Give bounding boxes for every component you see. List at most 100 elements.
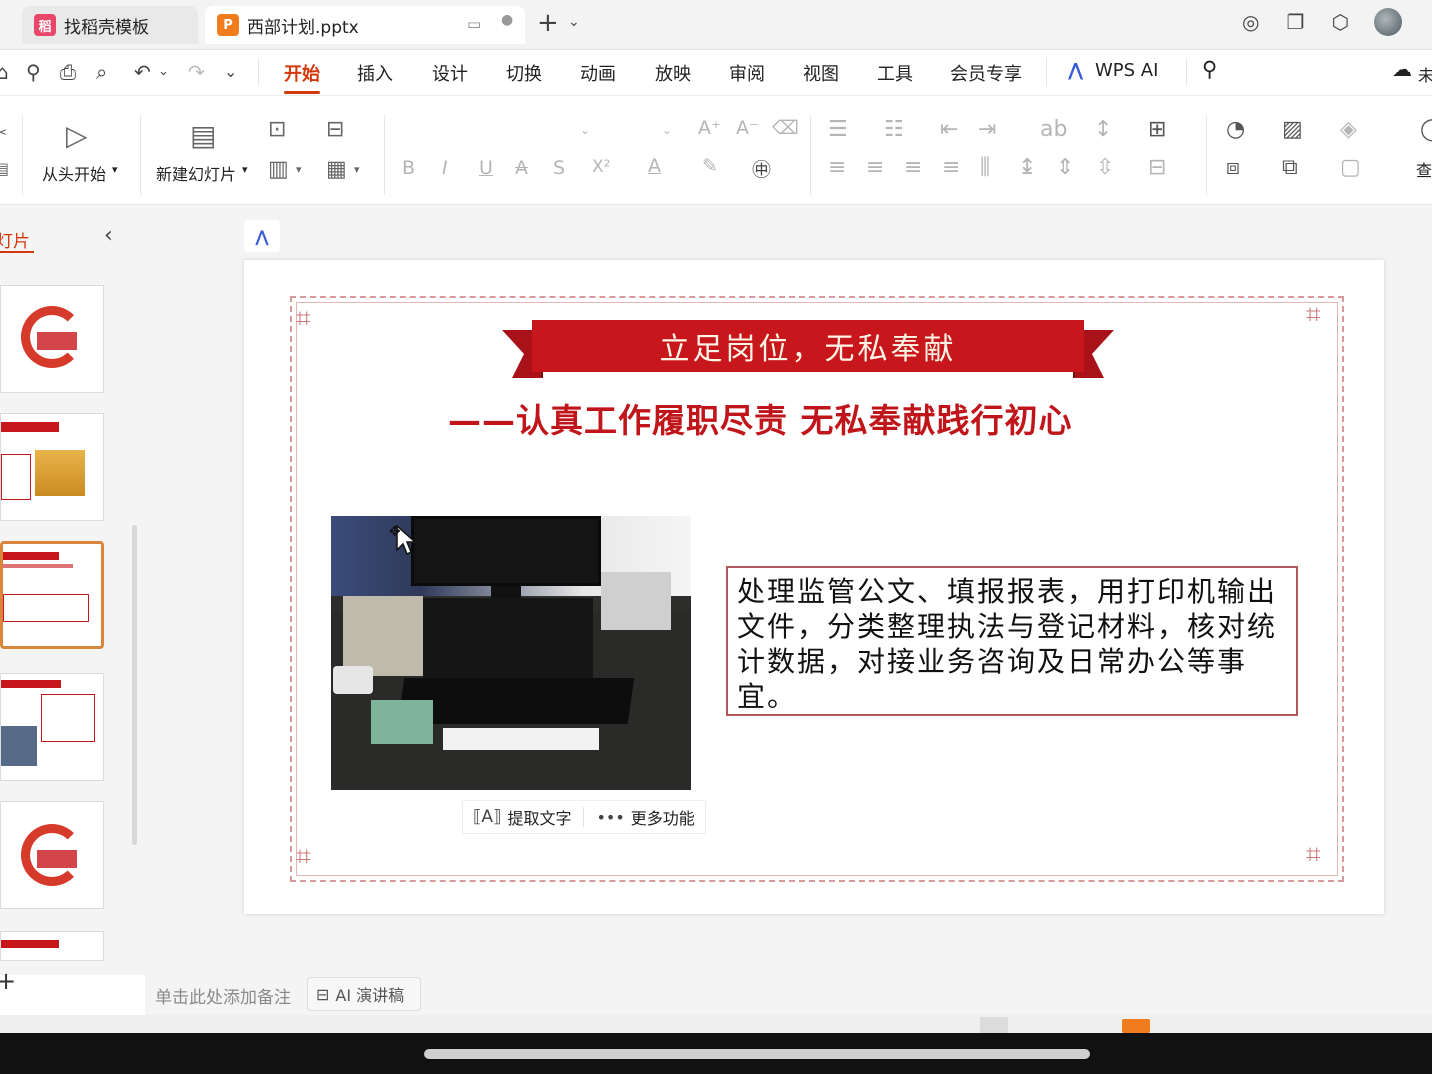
body-text-box[interactable]: 处理监管公文、填报报表，用打印机输出文件，分类整理执法与登记材料，核对统计数据，… (726, 566, 1298, 716)
align-right-icon[interactable]: ≡ (904, 155, 922, 180)
tab-docer-templates[interactable]: 稻 找稻壳模板 (22, 6, 198, 44)
cloud-upload-icon[interactable]: ☁ (1392, 57, 1412, 81)
sort-text-icon[interactable]: ↕ (1094, 117, 1112, 142)
banner-title-box[interactable]: 立足岗位，无私奉献 (532, 324, 1084, 370)
slide-canvas[interactable]: ⌗ ⌗ ⌗ ⌗ 立足岗位，无私奉献 ——认真工作履职尽责 无私奉献践行初心 ✥ … (244, 260, 1384, 914)
slide-layout-icon[interactable]: ▦ (326, 157, 347, 182)
redo-icon[interactable]: ↷ (188, 60, 205, 84)
text-box-icon[interactable]: ⧈ (1226, 155, 1240, 180)
office-desk-photo[interactable] (331, 516, 691, 790)
section-icon[interactable]: ▥ (268, 157, 289, 182)
bullet-list-icon[interactable]: ☰ (828, 117, 848, 142)
align-center-icon[interactable]: ≡ (866, 155, 884, 180)
find-label[interactable]: 查 (1416, 157, 1432, 181)
numbered-list-icon[interactable]: ☷ (884, 117, 904, 142)
undo-dropdown-icon[interactable]: ⌄ (158, 64, 169, 79)
font-name-dropdown-icon[interactable]: ⌄ (580, 123, 590, 137)
clear-format-icon[interactable]: ⌫ (772, 117, 799, 139)
picture-icon[interactable]: ▨ (1282, 117, 1303, 142)
tab-list-chevron-icon[interactable]: ⌄ (568, 14, 580, 30)
slide-thumbnail-6[interactable] (0, 931, 104, 961)
justify-icon[interactable]: ≡ (942, 155, 960, 180)
strikethrough-icon[interactable]: A (515, 157, 528, 179)
menu-insert[interactable]: 插入 (357, 60, 393, 86)
menu-animation[interactable]: 动画 (580, 60, 616, 86)
start-from-beginning-button[interactable]: ▷ 从头开始 ▾ (40, 119, 130, 189)
increase-font-icon[interactable]: A⁺ (698, 117, 721, 139)
fill-icon[interactable]: ◈ (1340, 117, 1357, 142)
slide-thumbnail-1[interactable] (0, 285, 104, 393)
play-slideshow-icon[interactable] (1122, 1019, 1150, 1033)
slides-panel-title[interactable]: 灯片 (0, 227, 30, 252)
add-slide-plus-icon[interactable]: + (0, 967, 16, 995)
layout-icon[interactable]: ⊡ (268, 117, 286, 142)
dropdown-arrow-icon[interactable]: ▾ (354, 163, 360, 176)
menu-transition[interactable]: 切换 (506, 60, 542, 86)
font-color-icon[interactable]: A (648, 155, 661, 177)
shapes-icon[interactable]: ◔ (1226, 117, 1245, 142)
tab-current-file[interactable]: P 西部计划.pptx ▭ ● (205, 6, 525, 44)
normal-view-icon[interactable] (980, 1017, 1008, 1033)
extract-text-button[interactable]: 提取文字 (507, 805, 571, 829)
skin-icon[interactable]: ◎ (1242, 10, 1259, 34)
text-shadow-icon[interactable]: S (553, 157, 565, 179)
format-painter-icon[interactable]: ⚲ (26, 60, 41, 84)
panel-scrollbar[interactable] (132, 525, 137, 845)
decrease-indent-icon[interactable]: ⇤ (940, 117, 958, 142)
file-menu-icon[interactable]: ⌂ (0, 60, 9, 84)
home-indicator[interactable] (424, 1049, 1090, 1059)
menu-tools[interactable]: 工具 (877, 60, 913, 86)
distribute-icon[interactable]: ⫼ (980, 155, 990, 180)
paragraph-spacing-icon[interactable]: ⇕ (1056, 155, 1074, 180)
window-restore-icon[interactable]: ❐ (1287, 10, 1305, 34)
menu-slideshow[interactable]: 放映 (655, 60, 691, 86)
new-slide-button[interactable]: ▤ 新建幻灯片 ▾ (154, 119, 254, 189)
underline-icon[interactable]: U (479, 157, 493, 179)
slide-thumbnail-3[interactable] (0, 541, 104, 649)
convert-to-smartart-icon[interactable]: ⊞ (1148, 117, 1166, 142)
menu-design[interactable]: 设计 (432, 60, 468, 86)
menu-wps-ai[interactable]: WPS AI (1095, 60, 1158, 81)
paste-icon[interactable]: ▤ (0, 159, 9, 178)
dropdown-arrow-icon[interactable]: ▾ (296, 163, 302, 176)
font-size-dropdown-icon[interactable]: ⌄ (662, 123, 672, 137)
collapse-panel-icon[interactable]: ‹ (104, 223, 113, 248)
decrease-font-icon[interactable]: A⁻ (736, 117, 759, 139)
italic-icon[interactable]: I (442, 157, 448, 179)
avatar[interactable] (1374, 8, 1402, 36)
highlight-icon[interactable]: ✎ (702, 155, 718, 177)
print-icon[interactable]: ⎙ (60, 60, 76, 84)
align-left-icon[interactable]: ≡ (828, 155, 846, 180)
menu-start[interactable]: 开始 (284, 60, 320, 86)
phonetic-guide-icon[interactable]: ㊥ (752, 155, 771, 182)
notes-placeholder[interactable]: 单击此处添加备注 (155, 983, 291, 1008)
cube-icon[interactable]: ⬡ (1332, 10, 1349, 34)
menu-member[interactable]: 会员专享 (950, 60, 1022, 86)
more-features-button[interactable]: 更多功能 (631, 805, 695, 829)
columns-icon[interactable]: ⇳ (1096, 155, 1114, 180)
menu-view[interactable]: 视图 (803, 60, 839, 86)
slide-subtitle[interactable]: ——认真工作履职尽责 无私奉献践行初心 (448, 394, 1168, 442)
search-icon[interactable]: ⚲ (1202, 57, 1217, 81)
new-tab-plus-icon[interactable]: + (537, 8, 559, 38)
reset-slide-icon[interactable]: ⊟ (326, 117, 344, 142)
cut-icon[interactable]: ✂ (0, 123, 7, 142)
text-direction-icon[interactable]: ab (1040, 117, 1067, 142)
find-icon[interactable]: ◯ (1420, 117, 1432, 142)
outline-icon[interactable]: ▢ (1340, 155, 1361, 180)
arrange-icon[interactable]: ⧉ (1282, 155, 1298, 180)
ai-speech-button[interactable]: ⊟ AI 演讲稿 (307, 977, 421, 1011)
undo-icon[interactable]: ↶ (134, 60, 151, 84)
line-spacing-icon[interactable]: ↨ (1018, 155, 1036, 180)
slide-thumbnail-4[interactable] (0, 673, 104, 781)
increase-indent-icon[interactable]: ⇥ (978, 117, 996, 142)
print-preview-icon[interactable]: ⌕ (96, 60, 107, 84)
text-box-align-icon[interactable]: ⊟ (1148, 155, 1166, 180)
menu-review[interactable]: 审阅 (729, 60, 765, 86)
quick-access-more-icon[interactable]: ⌄ (224, 62, 237, 81)
screen-icon[interactable]: ▭ (467, 15, 481, 33)
superscript-icon[interactable]: X² (592, 157, 610, 177)
bold-icon[interactable]: B (402, 157, 415, 179)
slide-thumbnail-5[interactable] (0, 801, 104, 909)
wps-ai-float-icon[interactable]: ⋀ (244, 220, 280, 252)
